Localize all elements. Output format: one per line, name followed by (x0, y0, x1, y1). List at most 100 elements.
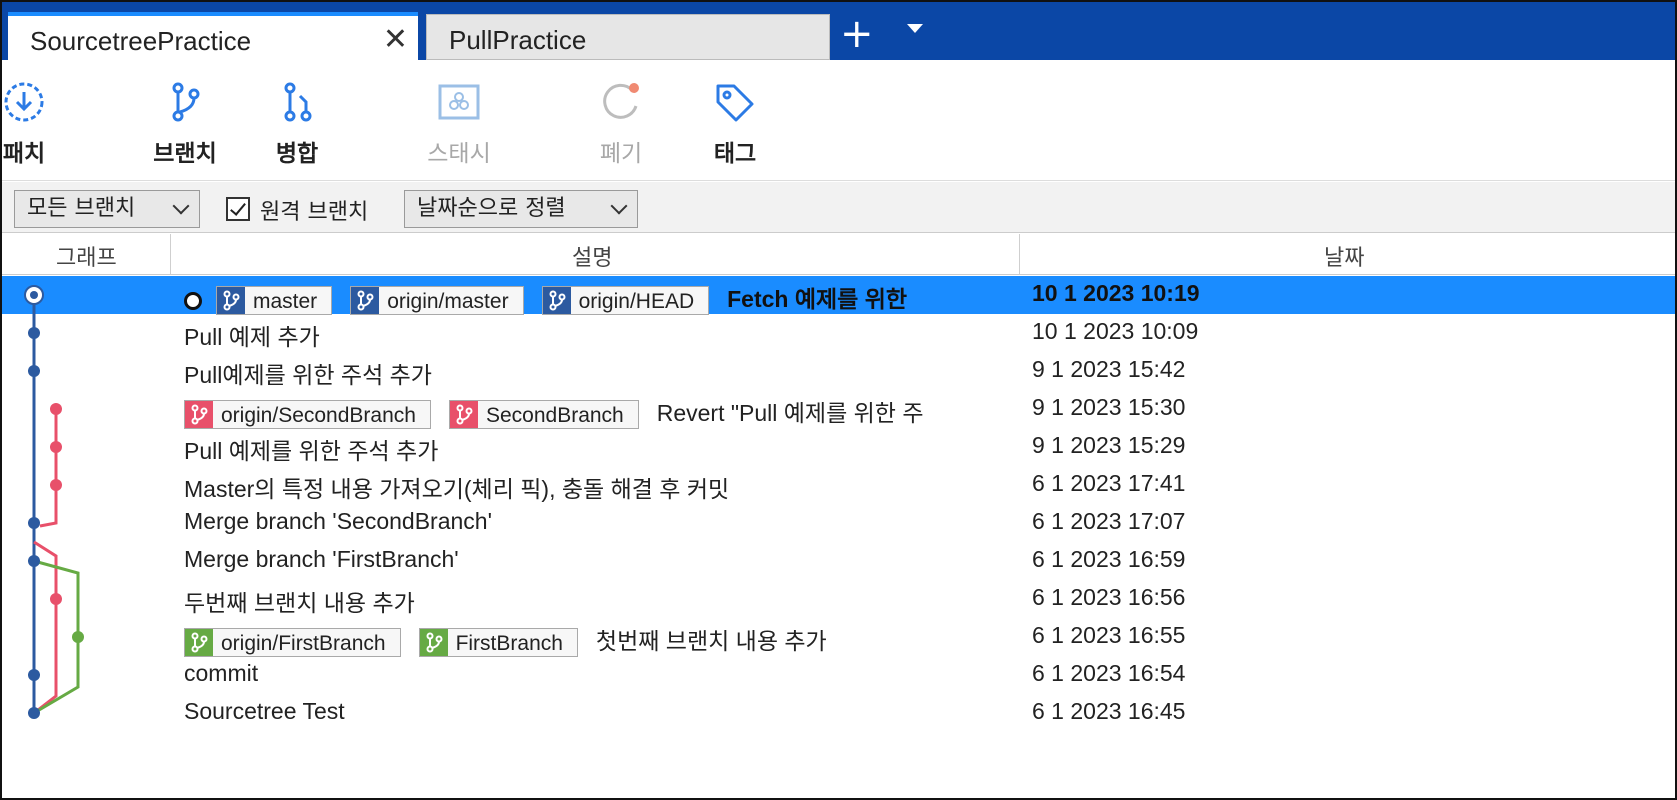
commit-message: 두번째 브랜치 내용 추가 (184, 590, 415, 616)
branch-label-master[interactable]: master (216, 286, 333, 316)
commit-row[interactable]: Sourcetree Test 6 1 2023 16:45 (2, 694, 1675, 732)
commit-node[interactable] (50, 441, 62, 453)
branch-icon (542, 287, 571, 315)
commit-row[interactable]: commit 6 1 2023 16:54 (2, 656, 1675, 694)
ref-name: origin/SecondBranch (221, 404, 416, 428)
ref-name: origin/master (387, 290, 509, 314)
commit-date: 10 1 2023 10:19 (1032, 280, 1200, 306)
commit-row[interactable]: 두번째 브랜치 내용 추가 6 1 2023 16:56 (2, 580, 1675, 618)
commit-node[interactable] (28, 365, 40, 377)
commit-node[interactable] (50, 593, 62, 605)
ref-name: origin/HEAD (578, 290, 695, 314)
branch-label-origin-firstbranch[interactable]: origin/FirstBranch (184, 628, 401, 658)
graph-column-header[interactable]: 그래프 (56, 240, 117, 272)
filter-bar: 모든 브랜치 원격 브랜치 날짜순으로 정렬 (2, 182, 1675, 233)
fetch-button[interactable]: 패치 (2, 80, 69, 168)
branch-icon (185, 401, 213, 429)
commit-description: origin/FirstBranch FirstBranch 첫번째 브랜치 내용 … (184, 622, 827, 658)
commit-date: 6 1 2023 16:45 (1032, 698, 1186, 724)
remote-branches-checkbox[interactable] (226, 197, 250, 221)
tab-pullpractice[interactable]: PullPractice (426, 14, 830, 60)
commit-message: Pull 예제를 위한 주석 추가 (184, 438, 439, 464)
description-column-header[interactable]: 설명 (572, 240, 612, 272)
column-divider[interactable] (170, 234, 171, 274)
branch-filter-value: 모든 브랜치 (27, 196, 136, 221)
branch-label-origin-secondbranch[interactable]: origin/SecondBranch (184, 400, 431, 430)
commit-node[interactable] (72, 631, 84, 643)
discard-label: 폐기 (599, 141, 643, 167)
commit-node[interactable] (28, 327, 40, 339)
tag-icon (716, 84, 754, 122)
branch-icon (449, 401, 478, 429)
chevron-down-icon (172, 197, 190, 215)
commit-date: 6 1 2023 16:56 (1032, 584, 1186, 610)
date-column-header[interactable]: 날짜 (1324, 240, 1364, 272)
discard-button[interactable]: 폐기 (576, 80, 666, 168)
discard-icon (603, 83, 639, 119)
commit-message: Revert "Pull 예제를 위한 주 (656, 400, 924, 426)
close-icon[interactable]: ✕ (383, 22, 408, 57)
tag-label: 태그 (713, 141, 757, 167)
commit-row[interactable]: Pull 예제를 위한 주석 추가 9 1 2023 15:29 (2, 428, 1675, 466)
plus-icon[interactable]: + (840, 14, 874, 54)
tab-sourcetreepractice[interactable]: SourcetreePractice ✕ (8, 12, 418, 60)
stash-label: 스태시 (427, 141, 491, 167)
commit-message: Merge branch 'FirstBranch' (184, 546, 459, 572)
merge-label: 병합 (275, 141, 319, 167)
chevron-down-icon[interactable] (907, 24, 923, 33)
branch-label-origin-master[interactable]: origin/master (350, 286, 524, 316)
merge-button[interactable]: 병합 (252, 80, 342, 168)
branch-label-origin-head[interactable]: origin/HEAD (541, 286, 710, 316)
merge-icon (284, 82, 312, 122)
commit-row[interactable]: Master의 특정 내용 가져오기(체리 픽), 충돌 해결 후 커밋 6 1… (2, 466, 1675, 504)
commit-node[interactable] (28, 707, 40, 719)
ref-name: origin/FirstBranch (221, 632, 386, 656)
tag-button[interactable]: 태그 (690, 80, 780, 168)
tab-label: PullPractice (449, 25, 587, 55)
stash-button[interactable]: 스태시 (414, 80, 504, 168)
chevron-down-icon (610, 197, 628, 215)
commit-node[interactable] (50, 403, 62, 415)
commit-node[interactable] (28, 669, 40, 681)
commit-date: 9 1 2023 15:30 (1032, 394, 1186, 420)
branch-filter-dropdown[interactable]: 모든 브랜치 (14, 190, 200, 228)
commit-message: Sourcetree Test (184, 698, 345, 724)
commit-date: 6 1 2023 16:54 (1032, 660, 1186, 686)
commit-graph (24, 285, 84, 719)
sort-dropdown[interactable]: 날짜순으로 정렬 (404, 190, 638, 228)
repository-tab-bar: SourcetreePractice ✕ PullPractice + (2, 2, 1675, 60)
commit-row[interactable]: Pull 예제 추가 10 1 2023 10:09 (2, 314, 1675, 352)
commit-node[interactable] (28, 555, 40, 567)
ref-name: master (253, 290, 318, 314)
branch-button[interactable]: 브랜치 (140, 80, 230, 168)
commit-date: 9 1 2023 15:42 (1032, 356, 1186, 382)
column-header: 그래프 설명 날짜 (2, 234, 1675, 275)
ref-name: FirstBranch (455, 632, 563, 656)
commit-row[interactable]: origin/FirstBranch FirstBranch 첫번째 브랜치 내용 … (2, 618, 1675, 658)
commit-description: master origin/master origin/HEAD Fetch 예제를 … (184, 280, 907, 316)
commit-row[interactable]: Merge branch 'SecondBranch' 6 1 2023 17:… (2, 504, 1675, 542)
commit-message: commit (184, 660, 259, 686)
commit-date: 6 1 2023 17:07 (1032, 508, 1186, 534)
commit-row[interactable]: Merge branch 'FirstBranch' 6 1 2023 16:5… (2, 542, 1675, 580)
branch-icon (419, 629, 448, 657)
commit-message: Master의 특정 내용 가져오기(체리 픽), 충돌 해결 후 커밋 (184, 476, 730, 502)
column-divider[interactable] (1019, 234, 1020, 274)
ref-name: SecondBranch (485, 404, 624, 428)
remote-branches-label: 원격 브랜치 (260, 200, 369, 225)
branch-label-firstbranch[interactable]: FirstBranch (418, 628, 578, 658)
branch-label-secondbranch[interactable]: SecondBranch (448, 400, 639, 430)
fetch-icon (4, 82, 44, 122)
commit-node[interactable] (50, 479, 62, 491)
sort-value: 날짜순으로 정렬 (417, 196, 566, 221)
commit-row[interactable]: Pull예제를 위한 주석 추가 9 1 2023 15:42 (2, 352, 1675, 390)
commit-row[interactable]: master origin/master origin/HEAD Fetch 예제를 … (2, 276, 1675, 316)
commit-node[interactable] (28, 517, 40, 529)
head-marker-icon (184, 291, 202, 310)
commit-description: origin/SecondBranch SecondBranch Revert "P… (184, 394, 924, 430)
stash-icon (438, 84, 480, 120)
commit-row[interactable]: origin/SecondBranch SecondBranch Revert "P… (2, 390, 1675, 430)
branch-icon (185, 629, 213, 657)
commit-date: 6 1 2023 17:41 (1032, 470, 1186, 496)
fetch-label: 패치 (2, 141, 46, 167)
